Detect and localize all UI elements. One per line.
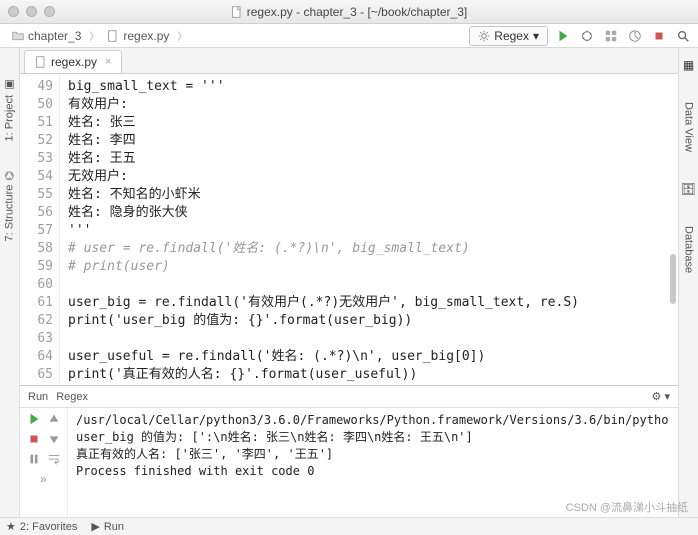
run-title: Run — [28, 391, 48, 403]
window-title: regex.py - chapter_3 - [~/book/chapter_3… — [0, 5, 698, 19]
run-controls: » — [20, 408, 68, 535]
down-icon[interactable] — [47, 432, 61, 446]
python-file-icon — [35, 56, 47, 68]
right-tool-window-bar: ▦ Data View 🗄 Database — [678, 48, 698, 535]
run-header: Run Regex ⚙ ▾ — [20, 386, 678, 408]
run-button[interactable] — [554, 27, 572, 45]
coverage-button[interactable] — [602, 27, 620, 45]
database-tab[interactable]: Database — [683, 226, 695, 273]
watermark: CSDN @流鼻涕小斗抽纸 — [566, 499, 688, 515]
run-tab[interactable]: ▶ Run — [91, 520, 124, 533]
breadcrumb-separator-icon: 〉 — [89, 28, 99, 43]
editor-region: regex.py × 49505152535455565758596061626… — [20, 48, 678, 535]
console-output[interactable]: /usr/local/Cellar/python3/3.6.0/Framewor… — [68, 408, 678, 535]
left-tool-window-bar: 1: Project ▣ 7: Structure ⌬ — [0, 48, 20, 535]
editor-tabs: regex.py × — [20, 48, 678, 74]
run-config-icon — [478, 30, 490, 42]
toolbar: Regex ▾ — [469, 26, 692, 46]
rerun-icon[interactable] — [27, 412, 41, 426]
profile-button[interactable] — [626, 27, 644, 45]
bottom-tool-window-bar: ★ 2: Favorites ▶ Run — [0, 517, 698, 535]
chevron-down-icon: ▾ — [533, 29, 539, 43]
close-tab-icon[interactable]: × — [105, 56, 111, 68]
stop-icon[interactable] — [27, 432, 41, 446]
main-area: 1: Project ▣ 7: Structure ⌬ regex.py × 4… — [0, 48, 698, 535]
folder-icon — [12, 30, 24, 42]
debug-button[interactable] — [578, 27, 596, 45]
run-config-name: Regex — [56, 391, 88, 403]
line-number-gutter: 4950515253545556575859606162636465 — [20, 74, 60, 385]
up-icon[interactable] — [47, 412, 61, 426]
code-content[interactable]: big_small_text = '''有效用户:姓名: 张三姓名: 李四姓名:… — [60, 74, 678, 385]
breadcrumb-file[interactable]: regex.py — [101, 27, 175, 45]
data-view-tab[interactable]: Data View — [683, 102, 695, 152]
python-file-icon — [231, 6, 243, 18]
structure-tool-tab[interactable]: 7: Structure ⌬ — [3, 171, 16, 241]
project-tool-tab[interactable]: 1: Project ▣ — [3, 78, 16, 141]
titlebar: regex.py - chapter_3 - [~/book/chapter_3… — [0, 0, 698, 24]
more-icon[interactable]: » — [40, 472, 47, 486]
database-icon[interactable]: 🗄 — [681, 182, 696, 196]
favorites-tab[interactable]: ★ 2: Favorites — [6, 520, 77, 533]
stop-button[interactable] — [650, 27, 668, 45]
code-editor[interactable]: 4950515253545556575859606162636465 big_s… — [20, 74, 678, 385]
search-button[interactable] — [674, 27, 692, 45]
breadcrumb-separator-icon: 〉 — [177, 28, 187, 43]
pause-icon[interactable] — [27, 452, 41, 466]
python-file-icon — [107, 30, 119, 42]
navigation-bar: chapter_3 〉 regex.py 〉 Regex ▾ — [0, 24, 698, 48]
editor-tab[interactable]: regex.py × — [24, 50, 122, 73]
wrap-icon[interactable] — [47, 452, 61, 466]
breadcrumb-folder[interactable]: chapter_3 — [6, 27, 87, 45]
grid-icon[interactable]: ▦ — [683, 58, 694, 72]
scrollbar-thumb[interactable] — [670, 254, 676, 304]
settings-icon[interactable]: ⚙ ▾ — [652, 390, 670, 403]
run-config-selector[interactable]: Regex ▾ — [469, 26, 548, 46]
